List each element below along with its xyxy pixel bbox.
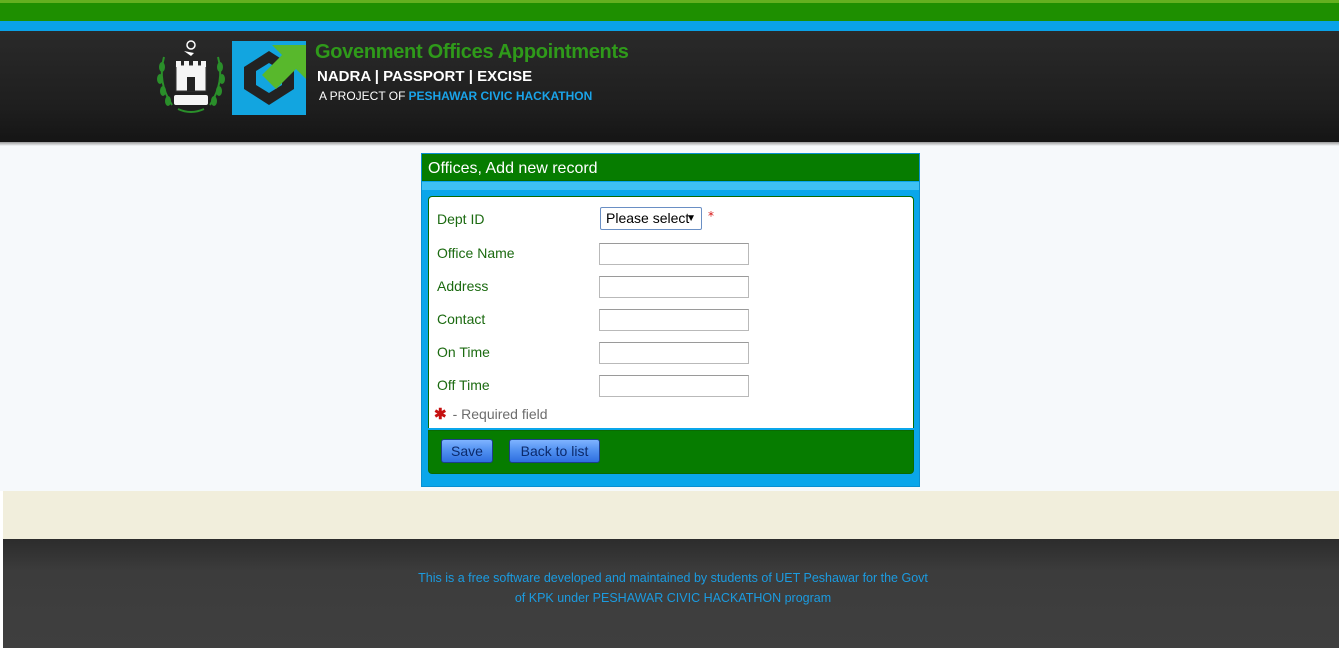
contact-label: Contact: [437, 311, 486, 327]
form-row-off-time: Off Time: [429, 373, 913, 399]
on-time-label: On Time: [437, 344, 490, 360]
panel-strip: [422, 182, 919, 190]
form-button-bar: Save Back to list: [428, 430, 914, 474]
footer-divider: [3, 491, 1339, 539]
kpk-emblem-icon: [157, 40, 225, 113]
required-field-note: ✱ - Required field: [434, 405, 548, 423]
project-prefix: A PROJECT OF: [319, 89, 406, 103]
save-button[interactable]: Save: [441, 439, 493, 463]
address-input[interactable]: [599, 276, 749, 298]
required-note-text: - Required field: [452, 406, 548, 422]
add-record-panel: Offices, Add new record Dept ID Please s…: [421, 153, 920, 487]
form-row-on-time: On Time: [429, 340, 913, 366]
back-to-list-button[interactable]: Back to list: [509, 439, 600, 463]
project-credit: A PROJECT OF PESHAWAR CIVIC HACKATHON: [319, 89, 592, 103]
on-time-input[interactable]: [599, 342, 749, 364]
top-blue-bar: [0, 21, 1339, 31]
panel-title-text: Offices, Add new record: [428, 160, 598, 177]
footer-line-1: This is a free software developed and ma…: [418, 571, 928, 585]
dept-id-label: Dept ID: [437, 211, 485, 227]
site-subtitle: NADRA | PASSPORT | EXCISE: [317, 68, 533, 85]
panel-title: Offices, Add new record: [422, 154, 919, 181]
office-name-input[interactable]: [599, 243, 749, 265]
office-name-label: Office Name: [437, 245, 515, 261]
footer-text: This is a free software developed and ma…: [393, 568, 953, 608]
footer-line-2: of KPK under PESHAWAR CIVIC HACKATHON pr…: [514, 591, 832, 605]
dept-id-select[interactable]: Please select ▼: [600, 207, 702, 230]
caret-down-icon: ▼: [686, 213, 696, 224]
record-form: Dept ID Please select ▼ * Office Name Ad…: [428, 196, 914, 428]
dept-id-select-value: Please select: [606, 210, 690, 226]
required-star-icon: *: [708, 209, 714, 223]
contact-input[interactable]: [599, 309, 749, 331]
site-title: Govenment Offices Appointments: [315, 41, 629, 63]
address-label: Address: [437, 278, 489, 294]
off-time-label: Off Time: [437, 377, 490, 393]
top-green-bar: [0, 0, 1339, 21]
form-row-office-name: Office Name: [429, 241, 913, 267]
form-row-address: Address: [429, 274, 913, 300]
form-row-dept-id: Dept ID Please select ▼ *: [429, 207, 913, 233]
site-footer: This is a free software developed and ma…: [3, 539, 1339, 648]
off-time-input[interactable]: [599, 375, 749, 397]
form-row-contact: Contact: [429, 307, 913, 333]
asterisk-icon: ✱: [434, 406, 447, 423]
hackathon-logo-icon: [232, 41, 306, 115]
project-name: PESHAWAR CIVIC HACKATHON: [408, 89, 593, 103]
site-logo[interactable]: Govenment Offices Appointments NADRA | P…: [154, 37, 629, 119]
